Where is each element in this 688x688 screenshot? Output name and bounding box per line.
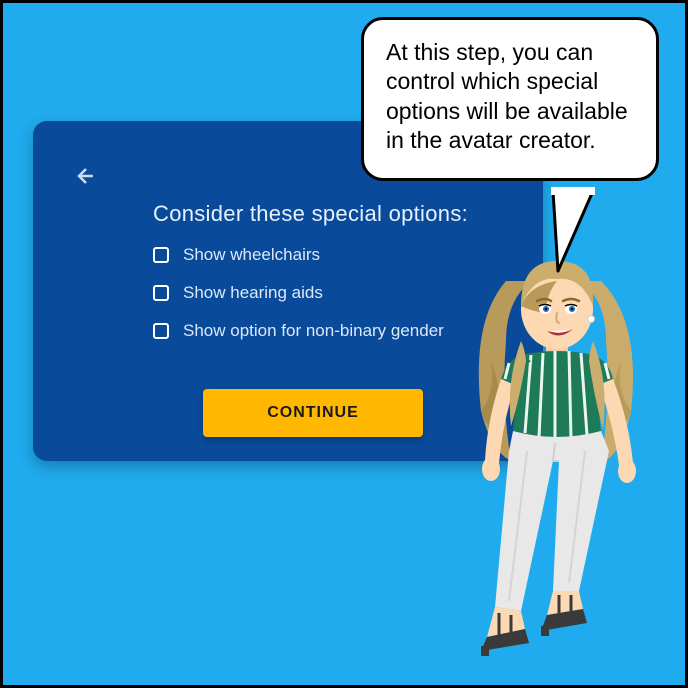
option-label: Show wheelchairs [183,245,320,265]
checkbox-icon [153,247,169,263]
option-label: Show option for non-binary gender [183,321,444,341]
continue-button[interactable]: CONTINUE [203,389,423,437]
card-heading: Consider these special options: [153,201,468,227]
speech-text: At this step, you can control which spec… [386,39,628,153]
option-label: Show hearing aids [183,283,323,303]
checkbox-icon [153,323,169,339]
option-show-nonbinary[interactable]: Show option for non-binary gender [153,321,444,341]
back-button[interactable] [69,161,99,191]
option-show-wheelchairs[interactable]: Show wheelchairs [153,245,444,265]
options-list: Show wheelchairs Show hearing aids Show … [153,245,444,341]
avatar-character [451,251,661,659]
option-show-hearing-aids[interactable]: Show hearing aids [153,283,444,303]
checkbox-icon [153,285,169,301]
speech-bubble: At this step, you can control which spec… [361,17,659,181]
tutorial-panel: Consider these special options: Show whe… [0,0,688,688]
speech-bubble-tail [543,191,603,271]
arrow-left-icon [72,164,96,188]
